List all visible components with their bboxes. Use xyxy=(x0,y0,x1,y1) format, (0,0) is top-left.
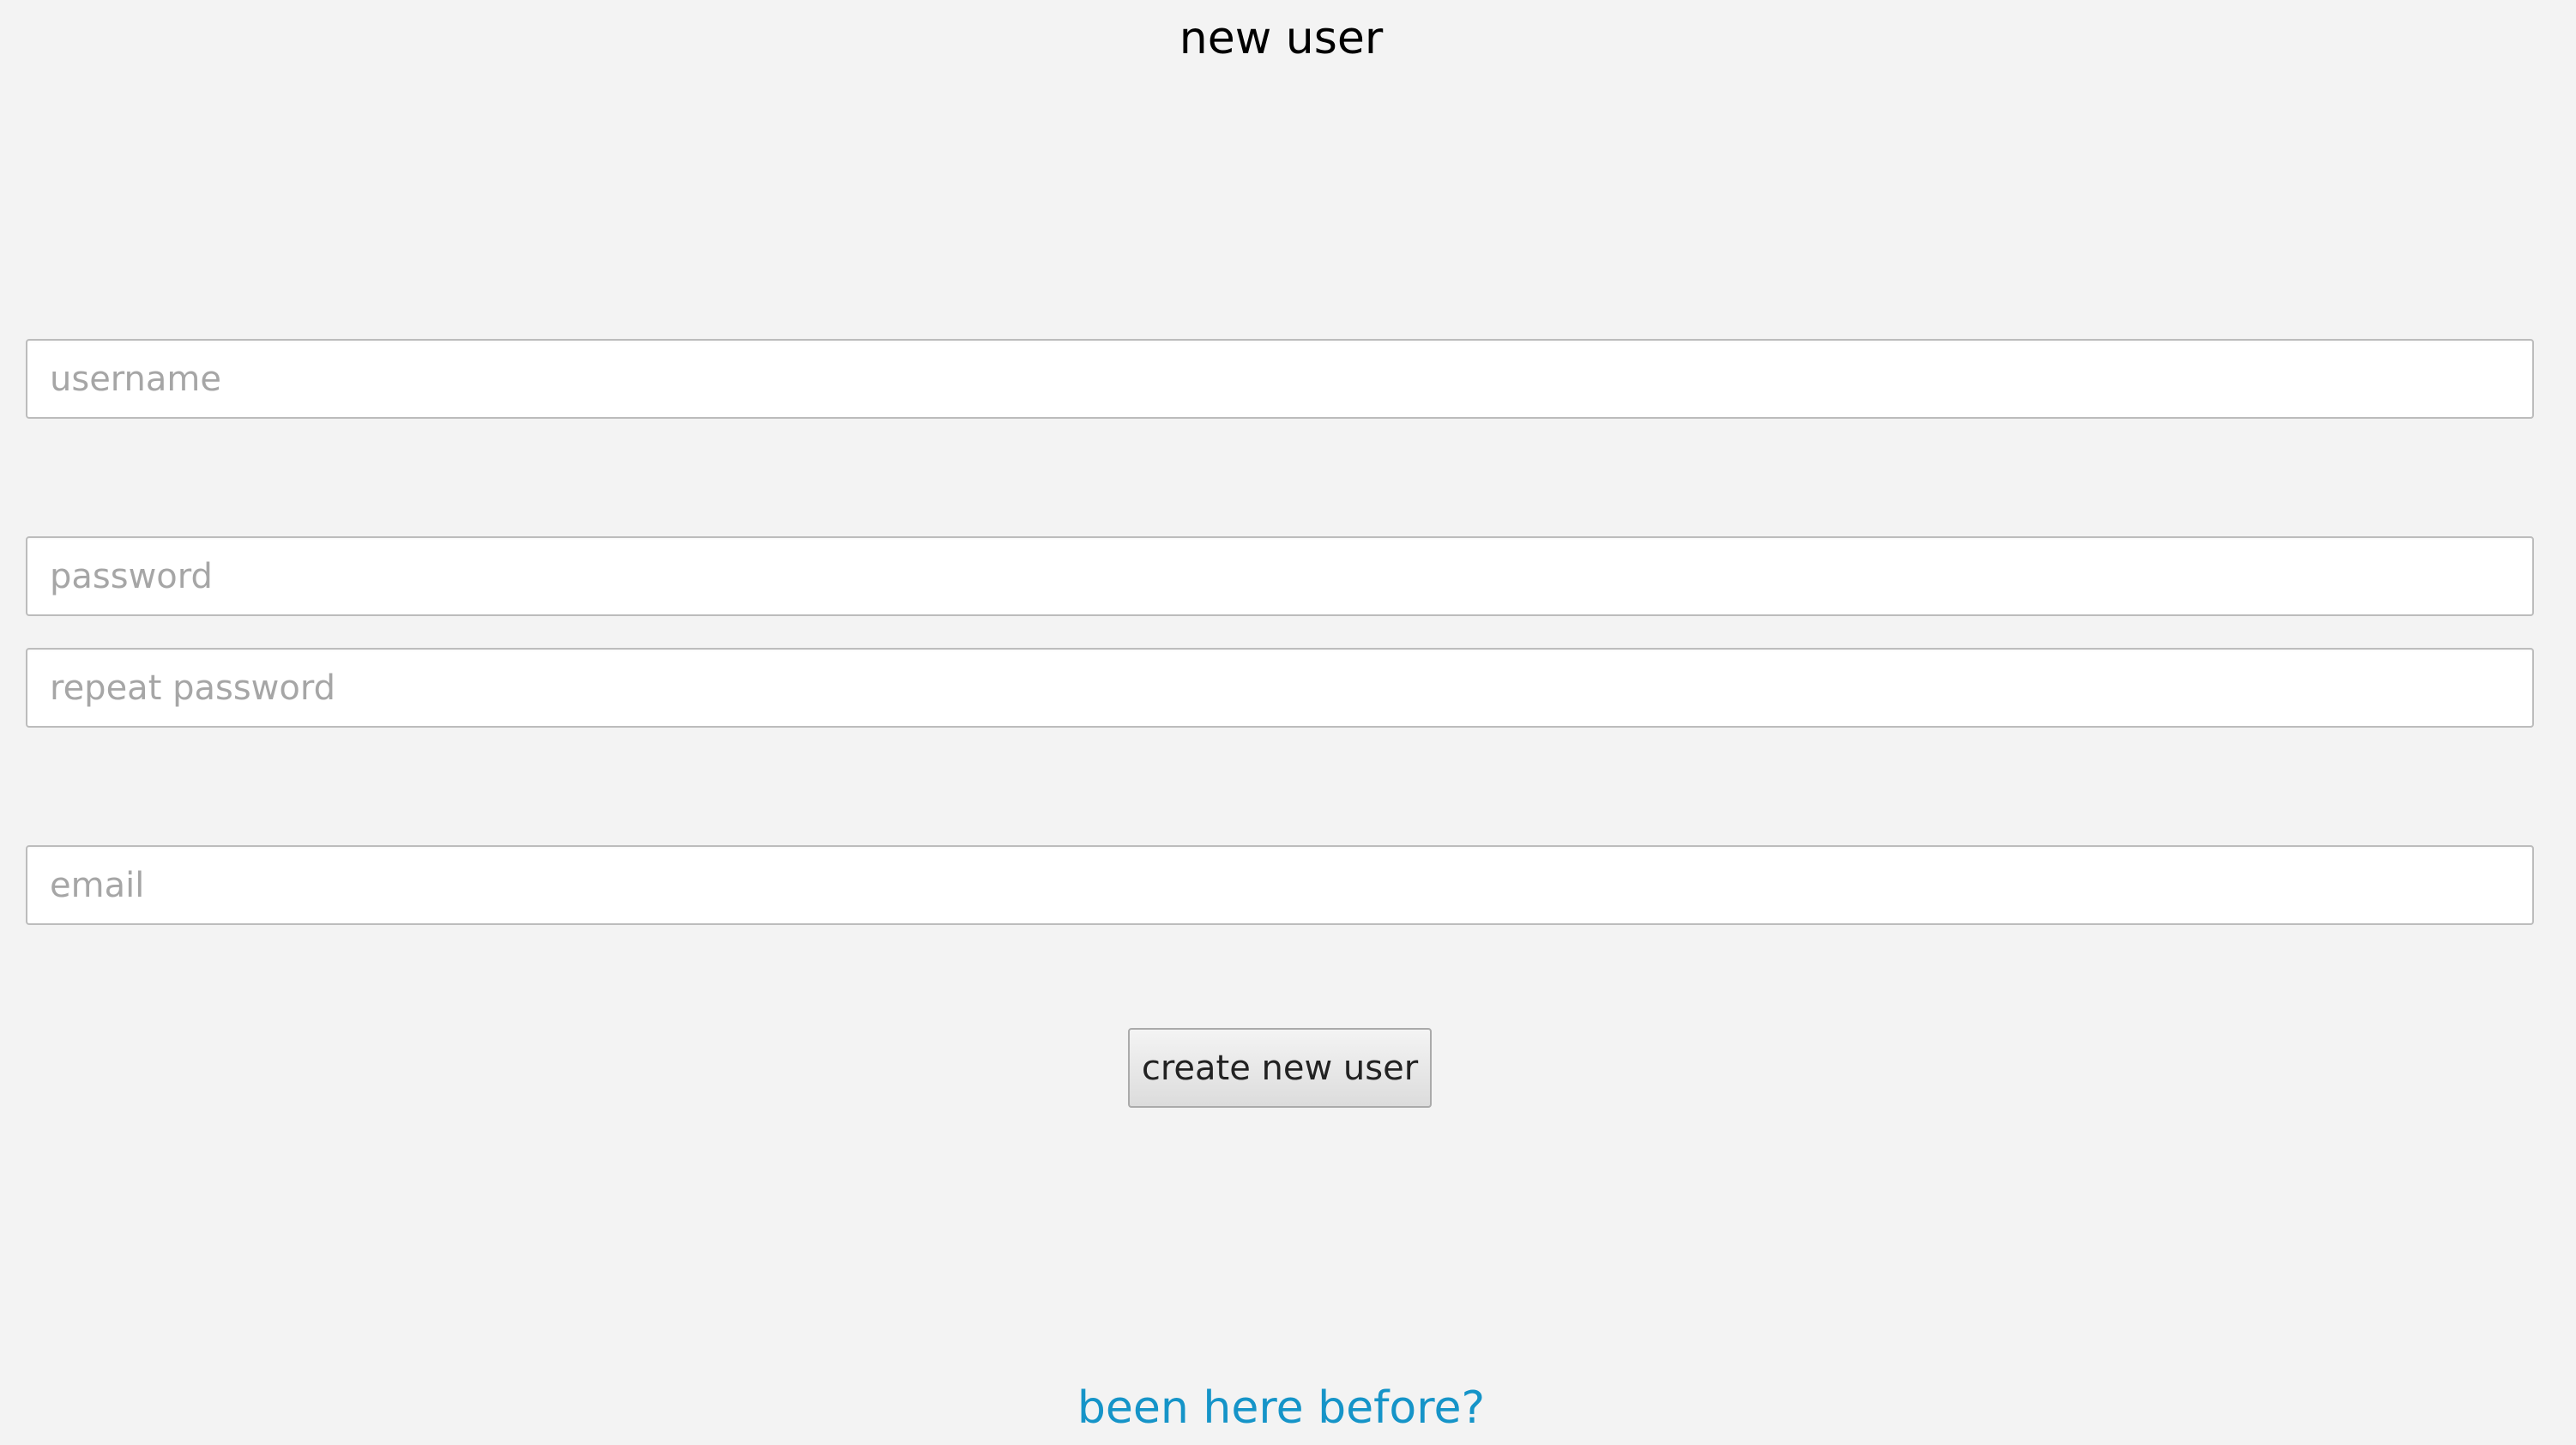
create-new-user-button[interactable]: create new user xyxy=(1128,1028,1432,1108)
email-input[interactable] xyxy=(26,845,2534,925)
page-title: new user xyxy=(1179,13,1384,64)
been-here-before-link[interactable]: been here before? xyxy=(0,1378,2562,1438)
repeat-password-input[interactable] xyxy=(26,648,2534,728)
username-input[interactable] xyxy=(26,339,2534,419)
password-input[interactable] xyxy=(26,536,2534,616)
